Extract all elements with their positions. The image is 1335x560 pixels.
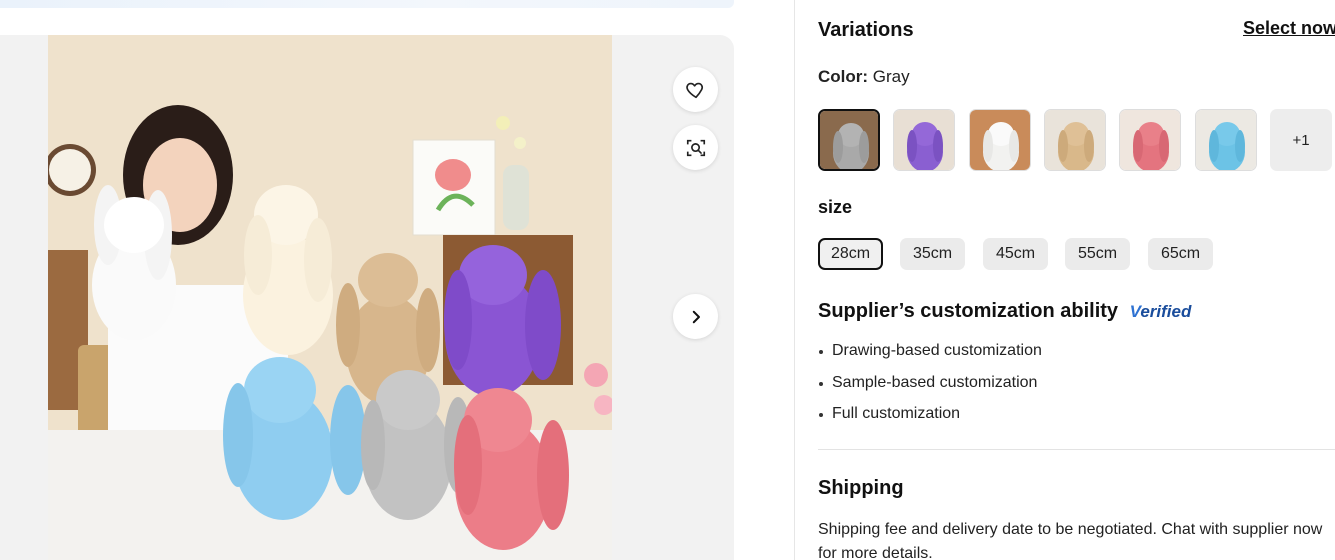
color-swatch-white[interactable] — [969, 109, 1031, 171]
variations-title: Variations — [818, 19, 914, 41]
favorite-button[interactable] — [673, 67, 718, 112]
product-main-image[interactable] — [48, 35, 612, 560]
color-label: Color: — [818, 67, 869, 86]
top-banner-strip — [0, 0, 734, 8]
size-option-28cm[interactable]: 28cm — [818, 238, 884, 270]
image-search-icon — [686, 139, 705, 156]
product-gallery — [0, 35, 734, 560]
shipping-title: Shipping — [818, 477, 904, 499]
color-swatch-pink[interactable] — [1119, 109, 1181, 171]
color-swatch-khaki[interactable] — [1044, 109, 1106, 171]
heart-icon — [685, 82, 703, 98]
color-value: Gray — [872, 67, 910, 86]
product-options-panel: Variations Select now Color: Gray +1 siz… — [818, 0, 1335, 560]
color-line: Color: Gray — [818, 67, 910, 87]
verified-badge: Verified — [1129, 302, 1192, 321]
color-swatch-blue[interactable] — [1195, 109, 1257, 171]
color-swatch-purple[interactable] — [893, 109, 955, 171]
size-option-45cm[interactable]: 45cm — [983, 238, 1049, 270]
size-option-35cm[interactable]: 35cm — [900, 238, 966, 270]
shipping-text: Shipping fee and delivery date to be neg… — [818, 521, 1323, 560]
next-image-button[interactable] — [673, 294, 718, 339]
customization-title-text: Supplier’s customization ability — [818, 300, 1119, 322]
chevron-right-icon — [692, 310, 700, 323]
section-divider — [818, 449, 1335, 450]
customization-list: Drawing-based customization Sample-based… — [818, 340, 1042, 435]
size-title: size — [818, 197, 853, 217]
size-option-55cm[interactable]: 55cm — [1065, 238, 1131, 270]
list-item: Full customization — [818, 403, 1042, 435]
more-colors-button[interactable]: +1 — [1270, 109, 1332, 171]
select-now-link[interactable]: Select now — [1243, 18, 1335, 39]
list-item: Sample-based customization — [818, 372, 1042, 404]
column-divider — [794, 0, 795, 560]
size-option-65cm[interactable]: 65cm — [1148, 238, 1214, 270]
list-item: Drawing-based customization — [818, 340, 1042, 372]
visual-search-button[interactable] — [673, 125, 718, 170]
customization-title: Supplier’s customization ability Verifie… — [818, 300, 1191, 323]
color-swatch-gray[interactable] — [818, 109, 880, 171]
